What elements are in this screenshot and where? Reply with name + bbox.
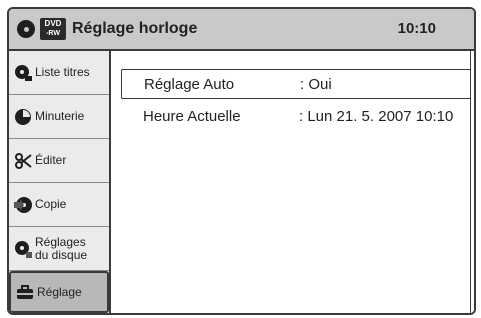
clock-time: 10:10 bbox=[397, 20, 436, 37]
sidebar-item-disc-settings[interactable]: Réglages du disque bbox=[9, 227, 109, 271]
sidebar-item-label: Réglages bbox=[35, 234, 86, 249]
page-title: Réglage horloge bbox=[72, 20, 198, 37]
title-list-icon bbox=[13, 63, 33, 83]
edit-scissors-icon bbox=[13, 151, 33, 171]
sidebar-item-edit[interactable]: Éditer bbox=[9, 139, 109, 183]
setting-row-auto-adjust[interactable]: Réglage Auto : Oui bbox=[121, 69, 471, 99]
disc-icon bbox=[17, 20, 35, 38]
sidebar-item-label: Éditer bbox=[35, 153, 67, 167]
disc-settings-icon bbox=[13, 239, 33, 259]
settings-panel: Réglage Auto : Oui Heure Actuelle : Lun … bbox=[111, 51, 474, 313]
setting-value: : Oui bbox=[300, 75, 332, 93]
setting-value: : Lun 21. 5. 2007 10:10 bbox=[299, 107, 454, 125]
sidebar-item-label: Réglage bbox=[37, 284, 82, 299]
setting-row-current-time[interactable]: Heure Actuelle : Lun 21. 5. 2007 10:10 bbox=[121, 101, 471, 131]
badge-bottom-text: -RW bbox=[46, 30, 60, 37]
dvd-rw-badge: DVD -RW bbox=[40, 18, 66, 40]
sidebar-item-setup[interactable]: Réglage bbox=[9, 271, 109, 313]
sidebar-item-label: Minuterie bbox=[35, 109, 85, 123]
sidebar-item-label: Liste titres bbox=[35, 65, 90, 79]
copy-icon bbox=[13, 195, 33, 215]
setup-toolbox-icon bbox=[15, 282, 35, 302]
badge-top-text: DVD bbox=[44, 19, 62, 28]
sidebar-item-title-list[interactable]: Liste titres bbox=[9, 51, 109, 95]
sidebar-menu: Liste titres Minuterie Éditer Copie Régl… bbox=[9, 51, 111, 313]
clock-setup-screen: DVD -RW Réglage horloge 10:10 Liste titr… bbox=[7, 7, 476, 315]
setting-label: Réglage Auto bbox=[144, 75, 235, 93]
timer-icon bbox=[13, 107, 33, 127]
setting-label: Heure Actuelle bbox=[143, 107, 241, 125]
sidebar-item-label: Copie bbox=[35, 197, 67, 211]
header-bar: DVD -RW Réglage horloge 10:10 bbox=[9, 9, 474, 51]
sidebar-item-label-line2: du disque bbox=[35, 247, 88, 262]
scrollbar-track[interactable] bbox=[470, 51, 474, 313]
sidebar-item-copy[interactable]: Copie bbox=[9, 183, 109, 227]
sidebar-item-timer[interactable]: Minuterie bbox=[9, 95, 109, 139]
